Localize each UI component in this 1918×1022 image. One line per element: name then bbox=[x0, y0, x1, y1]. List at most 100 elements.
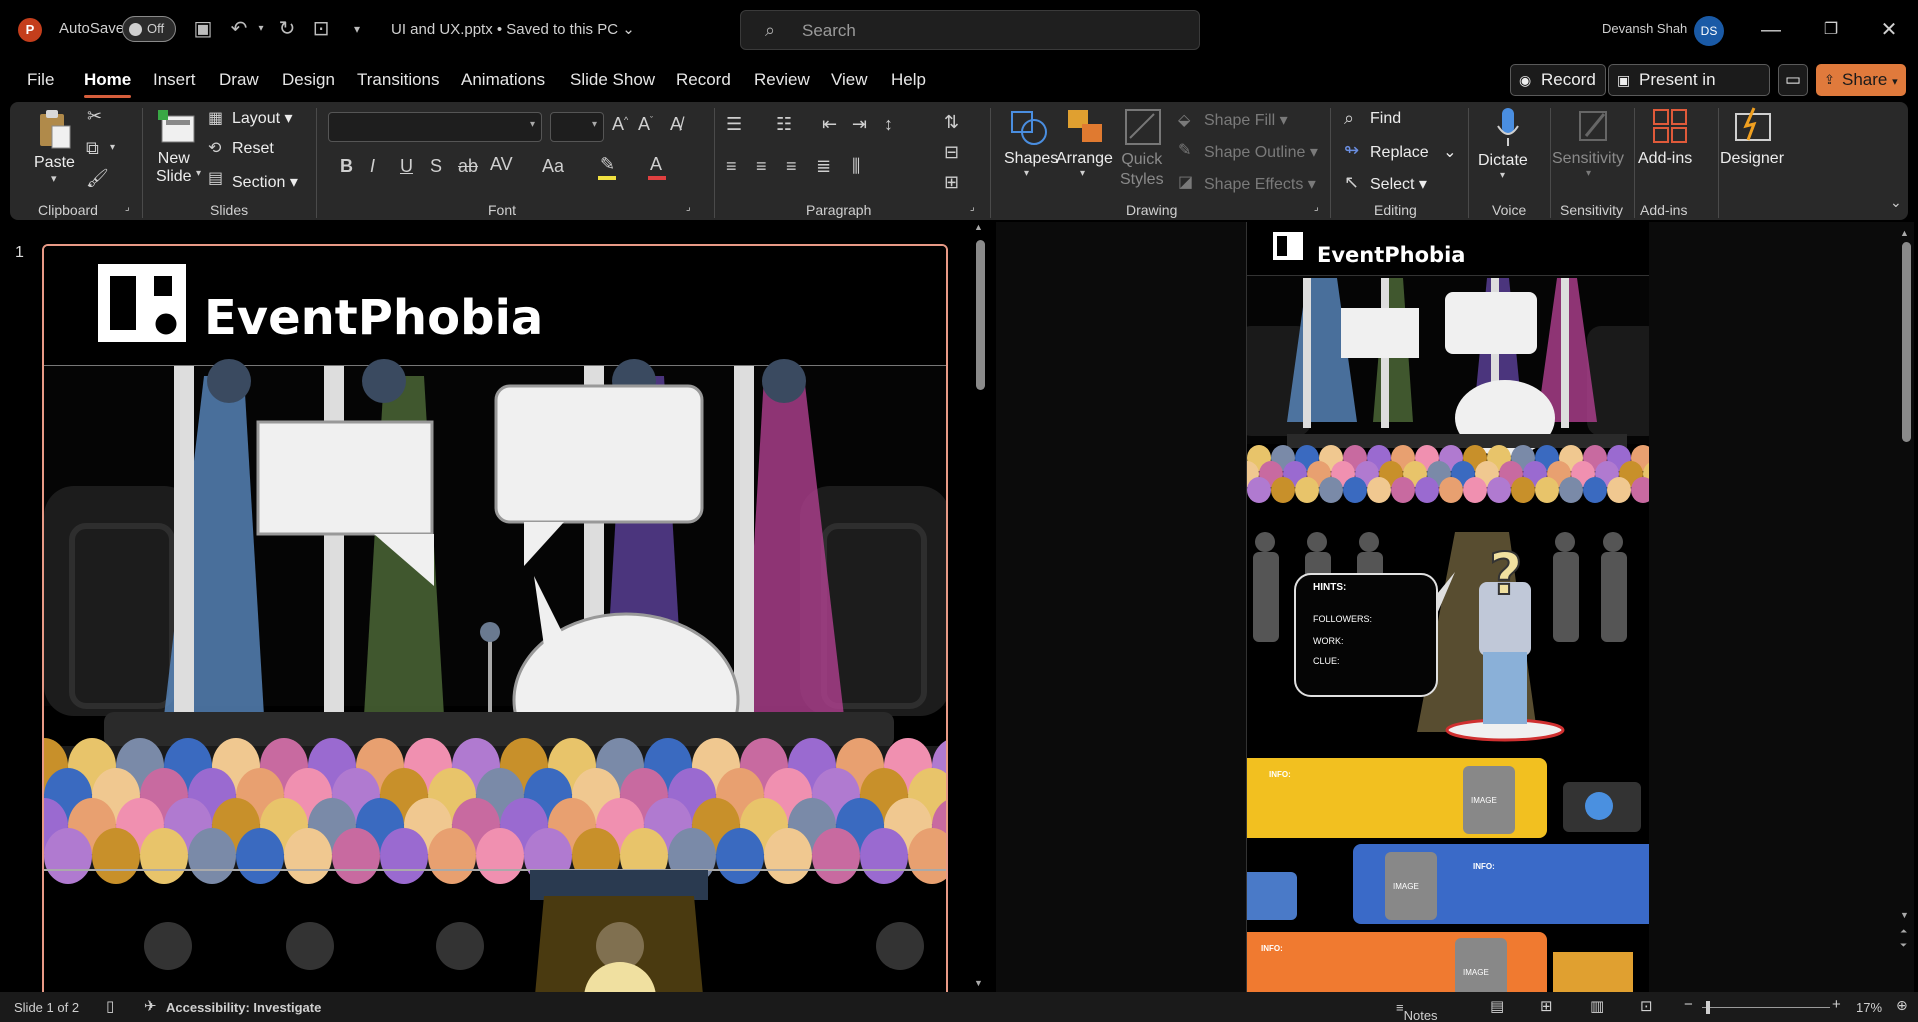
avatar[interactable]: DS bbox=[1694, 16, 1724, 46]
designer-label[interactable]: Designer bbox=[1720, 150, 1784, 168]
quick-styles-icon[interactable] bbox=[1124, 108, 1164, 148]
bold-icon[interactable]: B bbox=[340, 156, 353, 177]
save-icon[interactable]: ▣ bbox=[190, 16, 216, 42]
tab-insert[interactable]: Insert bbox=[153, 70, 196, 90]
tab-record[interactable]: Record bbox=[676, 70, 731, 90]
zoom-out-icon[interactable]: − bbox=[1684, 996, 1693, 1013]
clipboard-launcher-icon[interactable]: ⌟ bbox=[125, 202, 130, 213]
quick-styles-label[interactable]: Quick Styles bbox=[1120, 150, 1164, 190]
slide-show-icon[interactable]: ⊡ bbox=[1640, 997, 1653, 1015]
scroll-up-icon[interactable]: ▲ bbox=[974, 222, 983, 232]
scroll-thumb[interactable] bbox=[976, 240, 985, 390]
increase-indent-icon[interactable]: ⇥ bbox=[852, 114, 867, 135]
numbering-icon[interactable]: ☷ bbox=[776, 114, 792, 135]
fit-to-window-icon[interactable]: ⊕ bbox=[1896, 997, 1908, 1014]
select-button[interactable]: Select ▾ bbox=[1370, 174, 1427, 194]
shapes-icon[interactable] bbox=[1008, 108, 1052, 148]
scroll-down-icon[interactable]: ▼ bbox=[974, 978, 983, 988]
tab-file[interactable]: File bbox=[27, 70, 54, 90]
cut-icon[interactable]: ✂ bbox=[87, 106, 102, 127]
increase-font-size-icon[interactable]: A^ bbox=[612, 114, 628, 135]
new-slide-dropdown-icon[interactable]: ▾ bbox=[196, 168, 201, 179]
paste-label[interactable]: Paste bbox=[34, 154, 75, 172]
microphone-icon[interactable] bbox=[1494, 106, 1522, 150]
copy-icon[interactable]: ⧉ bbox=[86, 138, 99, 159]
strikethrough-icon[interactable]: ab bbox=[458, 156, 478, 177]
zoom-slider[interactable] bbox=[1702, 1007, 1830, 1008]
font-launcher-icon[interactable]: ⌟ bbox=[686, 202, 691, 213]
reading-view-icon[interactable]: ▥ bbox=[1590, 997, 1604, 1015]
present-from-start-icon[interactable]: ⊡ bbox=[308, 16, 334, 42]
thumbnail-scrollbar[interactable]: ▲ ▼ bbox=[974, 222, 986, 988]
scroll-down-icon[interactable]: ▼ bbox=[1900, 910, 1909, 920]
scroll-up-icon[interactable]: ▲ bbox=[1900, 228, 1909, 238]
tab-slide-show[interactable]: Slide Show bbox=[570, 70, 655, 90]
line-spacing-icon[interactable]: ↕ bbox=[884, 114, 893, 135]
previous-slide-icon[interactable]: ⏶ bbox=[1900, 926, 1907, 937]
align-text-icon[interactable]: ⊟ bbox=[944, 142, 959, 163]
new-slide-label[interactable]: New Slide bbox=[156, 150, 192, 186]
shape-fill-button[interactable]: Shape Fill ▾ bbox=[1204, 110, 1288, 130]
zoom-in-icon[interactable]: + bbox=[1832, 996, 1841, 1013]
accessibility-status[interactable]: Accessibility: Investigate bbox=[166, 1000, 321, 1015]
tab-help[interactable]: Help bbox=[891, 70, 926, 90]
normal-view-icon[interactable]: ▤ bbox=[1490, 997, 1504, 1015]
copy-dropdown-icon[interactable]: ▾ bbox=[110, 142, 115, 153]
highlight-icon[interactable]: ✎ bbox=[600, 154, 615, 175]
present-in-teams-button[interactable]: ▣Present in Teams bbox=[1608, 64, 1770, 119]
editor-scrollbar[interactable]: ▲ ▼ ⏶ ⏷ bbox=[1900, 228, 1912, 988]
close-icon[interactable]: ✕ bbox=[1874, 16, 1904, 44]
sensitivity-icon[interactable] bbox=[1576, 106, 1612, 146]
editor-slide-canvas[interactable]: ? EventPhobia HINTS: FOLLOWERS: WORK: CL… bbox=[1223, 222, 1667, 1012]
find-button[interactable]: Find bbox=[1370, 110, 1401, 128]
restore-icon[interactable]: ❐ bbox=[1816, 16, 1846, 44]
decrease-indent-icon[interactable]: ⇤ bbox=[822, 114, 837, 135]
align-right-icon[interactable]: ≡ bbox=[786, 156, 797, 177]
tab-view[interactable]: View bbox=[831, 70, 868, 90]
tab-home[interactable]: Home bbox=[84, 70, 132, 98]
columns-icon[interactable]: ⫼ bbox=[852, 156, 860, 177]
arrange-label[interactable]: Arrange bbox=[1056, 150, 1113, 168]
scroll-thumb[interactable] bbox=[1902, 242, 1911, 442]
text-shadow-icon[interactable]: S bbox=[430, 156, 442, 177]
notes-button[interactable]: ≡ Notes bbox=[1396, 1000, 1438, 1022]
tab-review[interactable]: Review bbox=[754, 70, 810, 90]
redo-icon[interactable]: ↻ bbox=[274, 16, 300, 42]
add-ins-button-label[interactable]: Add-ins bbox=[1638, 150, 1692, 168]
replace-button[interactable]: Replace ⌄ bbox=[1370, 142, 1457, 162]
arrange-dropdown-icon[interactable]: ▾ bbox=[1080, 168, 1085, 179]
next-slide-icon[interactable]: ⏷ bbox=[1900, 940, 1907, 951]
customize-toolbar-icon[interactable]: ▾ bbox=[344, 16, 370, 42]
change-case-icon[interactable]: Aa bbox=[542, 156, 564, 177]
dictate-label[interactable]: Dictate bbox=[1478, 152, 1528, 170]
reset-button[interactable]: Reset bbox=[232, 140, 274, 158]
search-input[interactable]: ⌕ Search bbox=[740, 10, 1200, 50]
tab-design[interactable]: Design bbox=[282, 70, 335, 90]
bullets-icon[interactable]: ☰ bbox=[726, 114, 742, 135]
sensitivity-label[interactable]: Sensitivity bbox=[1552, 150, 1624, 168]
sensitivity-dropdown-icon[interactable]: ▾ bbox=[1586, 168, 1591, 179]
character-spacing-icon[interactable]: AV bbox=[490, 154, 513, 175]
document-title[interactable]: UI and UX.pptx • Saved to this PC ⌄ bbox=[391, 20, 635, 38]
font-family-select[interactable]: ▾ bbox=[328, 112, 542, 142]
tab-transitions[interactable]: Transitions bbox=[357, 70, 440, 90]
slide-sorter-icon[interactable]: ⊞ bbox=[1540, 997, 1553, 1015]
font-size-select[interactable]: ▾ bbox=[550, 112, 604, 142]
autosave-toggle[interactable]: Off bbox=[122, 16, 176, 42]
shapes-dropdown-icon[interactable]: ▾ bbox=[1024, 168, 1029, 179]
spell-check-icon[interactable]: ▯ bbox=[106, 997, 114, 1015]
clear-formatting-icon[interactable]: A̸ bbox=[670, 114, 682, 135]
comments-button[interactable]: ▭ bbox=[1778, 64, 1808, 96]
slide-thumbnail[interactable]: EventPhobia bbox=[42, 244, 948, 1004]
shape-outline-button[interactable]: Shape Outline ▾ bbox=[1204, 142, 1318, 162]
section-button[interactable]: Section ▾ bbox=[232, 172, 298, 192]
share-button[interactable]: ⇪ Share ▾ bbox=[1816, 64, 1906, 96]
paste-icon[interactable] bbox=[36, 108, 72, 149]
italic-icon[interactable]: I bbox=[370, 156, 375, 177]
paragraph-launcher-icon[interactable]: ⌟ bbox=[970, 202, 975, 213]
format-painter-icon[interactable]: 🖌 bbox=[86, 168, 109, 189]
collapse-ribbon-icon[interactable]: ⌄ bbox=[1890, 194, 1902, 211]
add-ins-icon[interactable] bbox=[1650, 106, 1690, 146]
new-slide-icon[interactable] bbox=[156, 108, 198, 148]
drawing-launcher-icon[interactable]: ⌟ bbox=[1314, 202, 1319, 213]
